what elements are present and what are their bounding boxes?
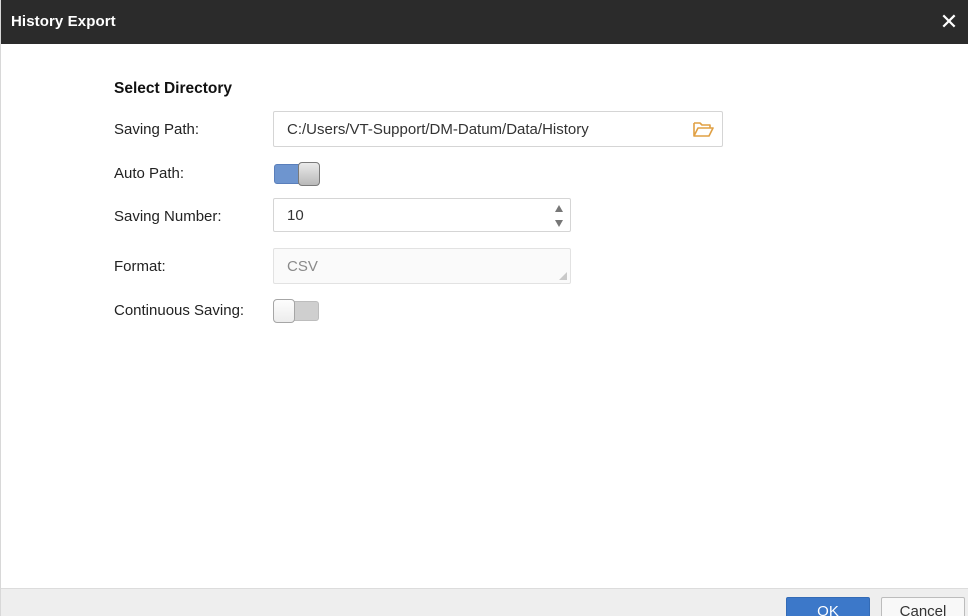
dialog-content: Select Directory Saving Path: C:/Users/V… <box>1 44 968 588</box>
saving-number-label: Saving Number: <box>114 208 222 225</box>
saving-path-field[interactable]: C:/Users/VT-Support/DM-Datum/Data/Histor… <box>273 111 723 147</box>
dialog-title: History Export <box>11 13 116 30</box>
format-value: CSV <box>287 257 318 275</box>
increment-arrow-icon[interactable] <box>555 205 563 212</box>
ok-button[interactable]: OK <box>786 597 870 616</box>
decrement-arrow-icon[interactable] <box>555 220 563 227</box>
toggle-knob <box>298 162 320 186</box>
history-export-dialog: History Export ✕ Select Directory Saving… <box>0 0 968 616</box>
saving-number-value: 10 <box>287 206 304 224</box>
format-field: CSV <box>273 248 571 284</box>
resize-grip-icon <box>559 272 567 280</box>
section-title: Select Directory <box>114 80 233 97</box>
saving-path-value: C:/Users/VT-Support/DM-Datum/Data/Histor… <box>287 120 589 138</box>
auto-path-toggle[interactable] <box>274 162 320 186</box>
folder-open-icon[interactable] <box>692 119 714 139</box>
continuous-saving-toggle[interactable] <box>273 299 319 323</box>
dialog-titlebar: History Export ✕ <box>1 0 968 44</box>
saving-path-label: Saving Path: <box>114 121 200 138</box>
saving-number-stepper[interactable]: 10 <box>273 198 571 232</box>
dialog-footer: OK Cancel <box>1 588 968 616</box>
continuous-saving-label: Continuous Saving: <box>114 302 245 319</box>
toggle-knob <box>273 299 295 323</box>
auto-path-label: Auto Path: <box>114 165 185 182</box>
format-label: Format: <box>114 258 166 275</box>
cancel-button[interactable]: Cancel <box>881 597 965 616</box>
spin-buttons <box>552 202 566 230</box>
close-icon[interactable]: ✕ <box>935 8 963 36</box>
